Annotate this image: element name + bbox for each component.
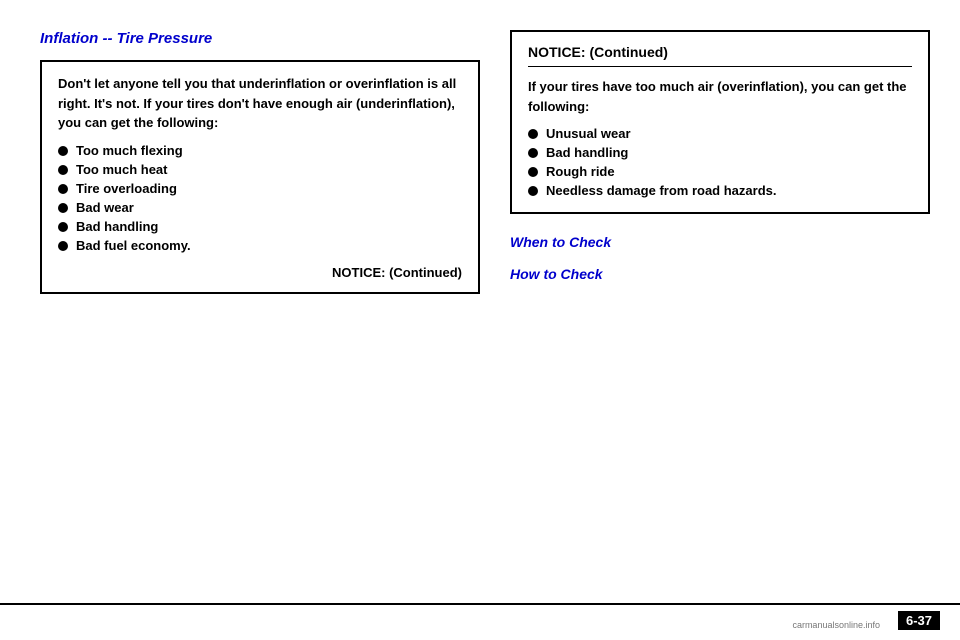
bullet-icon bbox=[58, 203, 68, 213]
bullet-icon bbox=[528, 186, 538, 196]
site-label: carmanualsonline.info bbox=[792, 620, 880, 630]
list-item: Bad fuel economy. bbox=[58, 236, 462, 255]
list-item: Too much flexing bbox=[58, 141, 462, 160]
bullet-icon bbox=[528, 129, 538, 139]
bullet-icon bbox=[528, 148, 538, 158]
list-item: Too much heat bbox=[58, 160, 462, 179]
notice-intro-text: Don't let anyone tell you that underinfl… bbox=[58, 74, 462, 133]
underinflation-list: Too much flexing Too much heat Tire over… bbox=[58, 141, 462, 255]
bullet-icon bbox=[58, 184, 68, 194]
list-item: Rough ride bbox=[528, 162, 912, 181]
bullet-icon bbox=[58, 222, 68, 232]
list-item: Tire overloading bbox=[58, 179, 462, 198]
list-item: Bad handling bbox=[528, 143, 912, 162]
right-column: NOTICE: (Continued) If your tires have t… bbox=[510, 30, 930, 290]
page-container: Inflation -- Tire Pressure Don't let any… bbox=[0, 0, 960, 640]
left-column: Don't let anyone tell you that underinfl… bbox=[40, 60, 480, 294]
bullet-icon bbox=[528, 167, 538, 177]
list-item: Bad wear bbox=[58, 198, 462, 217]
list-item: Bad handling bbox=[58, 217, 462, 236]
notice-continued-label: NOTICE: (Continued) bbox=[58, 265, 462, 280]
bullet-icon bbox=[58, 146, 68, 156]
bullet-icon bbox=[58, 165, 68, 175]
notice-continued-header: NOTICE: (Continued) bbox=[528, 44, 912, 67]
list-item: Unusual wear bbox=[528, 124, 912, 143]
list-item: Needless damage from road hazards. bbox=[528, 181, 912, 200]
when-to-check-heading: When to Check bbox=[510, 234, 930, 250]
notice-box-left: Don't let anyone tell you that underinfl… bbox=[40, 60, 480, 294]
notice-box-right: NOTICE: (Continued) If your tires have t… bbox=[510, 30, 930, 214]
bullet-icon bbox=[58, 241, 68, 251]
overinflation-list: Unusual wear Bad handling Rough ride Nee… bbox=[528, 124, 912, 200]
overinflation-intro: If your tires have too much air (overinf… bbox=[528, 77, 912, 116]
bottom-line bbox=[0, 603, 960, 605]
how-to-check-heading: How to Check bbox=[510, 266, 930, 282]
page-number: 6-37 bbox=[898, 611, 940, 630]
